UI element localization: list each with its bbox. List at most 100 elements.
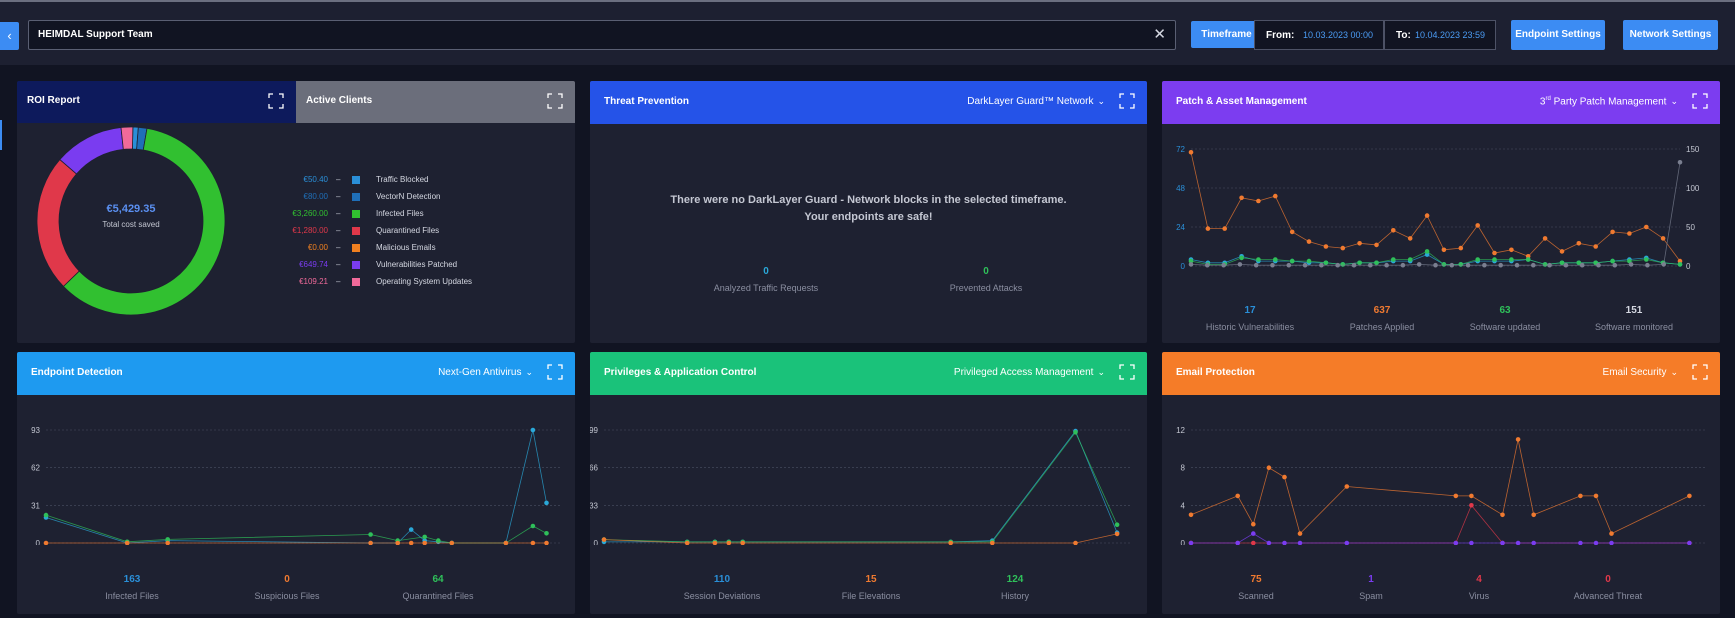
data-point xyxy=(1374,242,1379,248)
data-point xyxy=(1188,512,1194,518)
data-point xyxy=(1205,262,1210,268)
y-tick-label-right: 100 xyxy=(1686,184,1700,193)
data-point xyxy=(436,538,441,543)
y-tick-label-right: 150 xyxy=(1686,145,1700,154)
stat-infected-files: 163 Infected Files xyxy=(57,574,207,601)
team-selector-input[interactable]: HEIMDAL Support Team ✕ xyxy=(28,20,1176,50)
timeframe-to-field[interactable]: To: 10.04.2023 23:59 xyxy=(1384,20,1496,50)
email-module-select[interactable]: Email Security ⌄ xyxy=(1603,367,1678,378)
stat-prevented-attacks: 0 Prevented Attacks xyxy=(911,266,1061,293)
privileges-header: Privileges & Application Control Privile… xyxy=(590,352,1147,395)
back-button[interactable]: ‹ xyxy=(0,22,19,50)
legend-swatch xyxy=(352,261,360,269)
stat-value: 4 xyxy=(1476,574,1482,585)
data-point xyxy=(1297,531,1303,536)
y-tick-label: 66 xyxy=(590,464,599,473)
expand-icon[interactable] xyxy=(268,93,284,109)
legend-amount: €50.40 xyxy=(303,175,328,184)
privileges-title: Privileges & Application Control xyxy=(604,367,757,378)
data-point xyxy=(1340,262,1346,267)
data-point xyxy=(530,523,536,529)
expand-icon[interactable] xyxy=(1692,364,1708,380)
endpoint-module-select[interactable]: Next-Gen Antivirus ⌄ xyxy=(438,367,533,378)
stat-analyzed-traffic: 0 Analyzed Traffic Requests xyxy=(691,266,841,293)
chevron-down-icon: ⌄ xyxy=(1670,367,1678,377)
expand-icon[interactable] xyxy=(1119,93,1135,109)
tab-active-clients[interactable]: Active Clients xyxy=(296,81,575,123)
legend-name: Infected Files xyxy=(376,209,424,218)
stat-value: 15 xyxy=(865,574,877,585)
data-point xyxy=(503,540,509,545)
expand-icon[interactable] xyxy=(1119,364,1135,380)
stat-value: 63 xyxy=(1499,305,1511,316)
stat-label: Prevented Attacks xyxy=(949,283,1023,293)
stat-value: 0 xyxy=(763,266,769,277)
data-point xyxy=(1644,257,1649,262)
chevron-left-icon: ‹ xyxy=(7,28,12,43)
privileges-module-select[interactable]: Privileged Access Management ⌄ xyxy=(954,367,1105,378)
data-point xyxy=(1323,244,1329,249)
data-point xyxy=(1677,160,1683,165)
data-point xyxy=(43,540,49,545)
stat-suspicious-files: 0 Suspicious Files xyxy=(212,574,362,601)
data-point xyxy=(544,500,549,506)
legend-dash: – xyxy=(336,277,341,286)
expand-icon[interactable] xyxy=(547,93,563,109)
threat-module-select[interactable]: DarkLayer Guard™ Network ⌄ xyxy=(967,96,1105,107)
data-point xyxy=(1610,258,1615,264)
y-tick-label: 12 xyxy=(1176,426,1185,435)
stat-label: Session Deviations xyxy=(683,591,761,601)
data-point xyxy=(1469,540,1474,545)
legend-name: Vulnerabilities Patched xyxy=(376,260,458,269)
data-point xyxy=(1441,262,1447,267)
data-point xyxy=(1344,484,1350,489)
data-point xyxy=(1306,239,1312,244)
data-point xyxy=(1289,229,1295,235)
series-line xyxy=(604,430,1118,543)
data-point xyxy=(1424,213,1430,218)
top-bar: ‹ HEIMDAL Support Team ✕ Timeframe From:… xyxy=(0,2,1735,65)
timeframe-button[interactable]: Timeframe xyxy=(1191,21,1262,48)
tab-roi-report[interactable]: ROI Report xyxy=(17,81,296,123)
data-point xyxy=(1579,262,1585,268)
expand-icon[interactable] xyxy=(1692,93,1708,109)
network-settings-button[interactable]: Network Settings xyxy=(1623,20,1718,50)
email-protection-panel: Email Protection Email Security ⌄ 12 8 4 0 7… xyxy=(1162,352,1720,614)
close-icon[interactable]: ✕ xyxy=(1153,25,1166,43)
privileges-line-chart: 99 66 33 0 xyxy=(590,426,1131,545)
data-point xyxy=(1221,262,1226,268)
stat-label: Historic Vulnerabilities xyxy=(1205,322,1295,332)
data-point xyxy=(1531,262,1536,268)
stat-label: Infected Files xyxy=(105,591,159,601)
patch-module-select[interactable]: 3rd Party Patch Management ⌄ xyxy=(1540,96,1678,107)
y-tick-label: 0 xyxy=(1181,539,1186,545)
stat-label: Analyzed Traffic Requests xyxy=(713,283,819,293)
tab-active-clients-label: Active Clients xyxy=(306,95,373,106)
data-point xyxy=(1273,193,1278,199)
data-point xyxy=(1441,247,1447,253)
data-point xyxy=(1593,244,1598,249)
data-point xyxy=(1407,257,1413,262)
y-tick-label: 62 xyxy=(31,464,40,473)
data-point xyxy=(1266,540,1272,545)
timeframe-from-field[interactable]: From: 10.03.2023 00:00 xyxy=(1254,20,1384,50)
data-point xyxy=(1188,540,1194,545)
y-tick-label: 99 xyxy=(590,426,599,435)
stat-label: Software updated xyxy=(1469,322,1541,332)
legend-dash: – xyxy=(336,209,341,218)
stat-value: 124 xyxy=(1006,574,1024,585)
y-tick-label: 48 xyxy=(1176,184,1185,193)
donut-slice xyxy=(120,126,134,150)
data-point xyxy=(1542,262,1548,267)
stat-label: Software monitored xyxy=(1594,322,1674,332)
data-point xyxy=(1239,255,1244,261)
data-point xyxy=(1578,493,1583,499)
data-point xyxy=(1114,531,1120,537)
roi-total-label: Total cost saved xyxy=(102,220,160,229)
data-point xyxy=(1449,262,1455,268)
expand-icon[interactable] xyxy=(547,364,563,380)
endpoint-settings-button[interactable]: Endpoint Settings xyxy=(1511,20,1605,50)
series-line xyxy=(1191,504,1690,544)
y-tick-label: 33 xyxy=(590,501,599,510)
data-point xyxy=(1687,493,1692,499)
